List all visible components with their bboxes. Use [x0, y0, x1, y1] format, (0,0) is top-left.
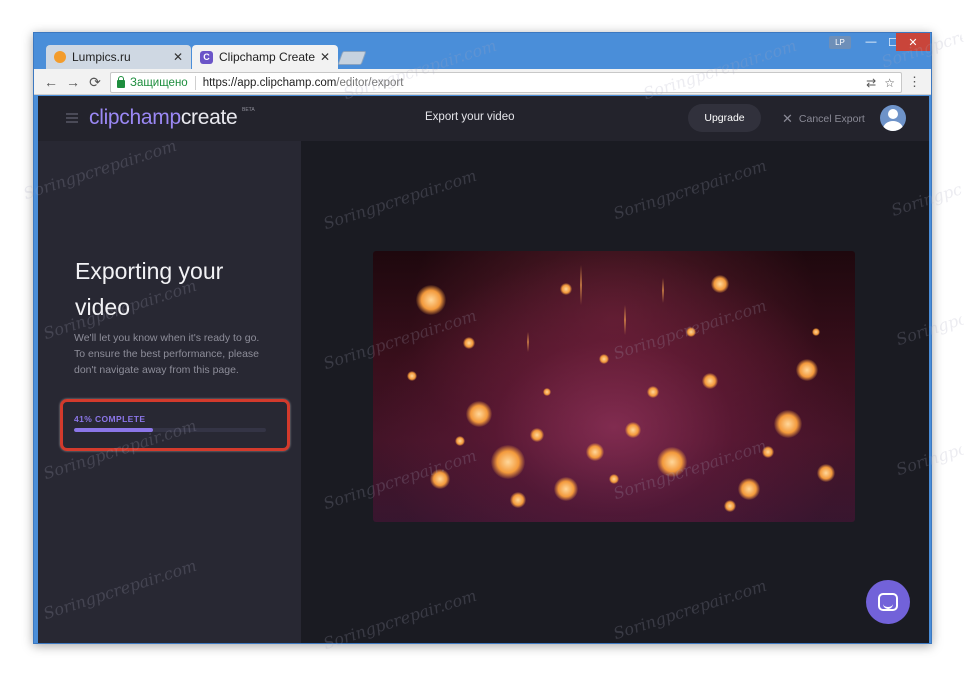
bokeh-light [812, 328, 821, 337]
page-title: Export your video [425, 111, 515, 123]
bokeh-light [762, 445, 775, 458]
bokeh-light [559, 282, 572, 295]
bokeh-light [542, 387, 551, 396]
bokeh-light [490, 445, 525, 480]
bokeh-light [553, 477, 578, 502]
bokeh-light [656, 447, 687, 478]
clipchamp-logo[interactable]: clipchampcreate [89, 106, 238, 130]
light-streak [662, 278, 665, 304]
bokeh-light [773, 410, 802, 439]
minimize-button[interactable]: — [860, 33, 882, 51]
back-button[interactable]: ← [42, 73, 60, 91]
progress-highlight [60, 399, 290, 451]
bokeh-light [817, 464, 836, 483]
bokeh-light [737, 478, 760, 501]
app-header: clipchampcreate BETA Export your video U… [38, 96, 929, 141]
bokeh-light [585, 442, 604, 461]
bokeh-light [609, 473, 619, 484]
bokeh-light [509, 492, 526, 509]
progress-label: 41% COMPLETE [74, 414, 146, 424]
new-tab-button[interactable] [337, 51, 367, 65]
lock-icon [117, 75, 125, 88]
browser-menu-icon[interactable]: ⋮ [908, 74, 921, 90]
tab-title: Lumpics.ru [72, 50, 131, 64]
close-icon[interactable]: ✕ [173, 50, 183, 64]
light-streak [527, 332, 530, 353]
bokeh-light [463, 337, 476, 350]
clipchamp-favicon-icon: C [200, 50, 213, 64]
cancel-export-button[interactable]: ✕ Cancel Export [782, 111, 865, 127]
translate-icon[interactable]: ⇄ [866, 76, 876, 90]
bokeh-light [686, 327, 697, 338]
bokeh-light [454, 435, 465, 446]
close-icon: ✕ [782, 111, 793, 126]
bokeh-light [625, 421, 642, 438]
title-bar: Lumpics.ru ✕ C Clipchamp Create ✕ LP — ☐… [34, 33, 931, 69]
screenshot-canvas: Lumpics.ru ✕ C Clipchamp Create ✕ LP — ☐… [0, 0, 964, 677]
cancel-export-label: Cancel Export [798, 113, 865, 125]
browser-window: Lumpics.ru ✕ C Clipchamp Create ✕ LP — ☐… [33, 32, 932, 644]
forward-button[interactable]: → [64, 73, 82, 91]
secure-label: Защищено [130, 76, 188, 89]
hamburger-menu-icon[interactable] [66, 113, 78, 123]
omnibox-actions: ⇄ ☆ [866, 76, 901, 90]
video-preview [373, 251, 855, 522]
progress-bar [74, 428, 266, 432]
tab-title: Clipchamp Create [219, 50, 316, 64]
chat-button[interactable] [866, 580, 910, 624]
bokeh-light [430, 468, 451, 489]
address-bar[interactable]: Защищено https://app.clipchamp.com /edit… [110, 72, 902, 93]
bokeh-light [723, 499, 736, 512]
profile-badge[interactable]: LP [829, 36, 851, 49]
tab-clipchamp[interactable]: C Clipchamp Create ✕ [192, 45, 338, 69]
export-description-line: We'll let you know when it's ready to go… [74, 332, 260, 344]
reload-button[interactable]: ⟳ [86, 73, 104, 91]
bokeh-light [795, 359, 818, 382]
logo-create-text: create [180, 106, 238, 129]
url-host: https://app.clipchamp.com [202, 76, 337, 89]
export-heading: Exporting your video [75, 258, 224, 320]
bokeh-light [646, 385, 659, 398]
bokeh-light [599, 354, 610, 365]
logo-clipchamp-text: clipchamp [89, 106, 181, 129]
export-description: We'll let you know when it's ready to go… [74, 330, 274, 378]
bookmark-star-icon[interactable]: ☆ [884, 76, 895, 90]
divider [194, 75, 196, 90]
bokeh-light [406, 370, 417, 381]
window-close-button[interactable]: ✕ [896, 33, 930, 51]
close-icon[interactable]: ✕ [320, 50, 330, 64]
browser-toolbar: ← → ⟳ Защищено https://app.clipchamp.com… [34, 69, 931, 95]
bokeh-light [466, 400, 493, 427]
progress-fill [74, 428, 153, 432]
orange-favicon-icon [54, 51, 66, 63]
upgrade-button[interactable]: Upgrade [688, 104, 761, 132]
tab-lumpics[interactable]: Lumpics.ru ✕ [46, 45, 191, 69]
export-description-line: To ensure the best performance, please d… [74, 348, 260, 376]
export-sidebar [38, 141, 301, 643]
beta-badge: BETA [242, 107, 255, 113]
bokeh-light [415, 284, 446, 315]
chat-icon [878, 593, 898, 611]
bokeh-light [529, 428, 544, 443]
url-path: /editor/export [336, 76, 404, 89]
bokeh-light [711, 274, 730, 293]
light-streak [580, 264, 583, 305]
app-viewport: clipchampcreate BETA Export your video U… [38, 96, 929, 643]
light-streak [623, 305, 626, 336]
bokeh-light [702, 373, 719, 390]
avatar[interactable] [880, 105, 906, 131]
